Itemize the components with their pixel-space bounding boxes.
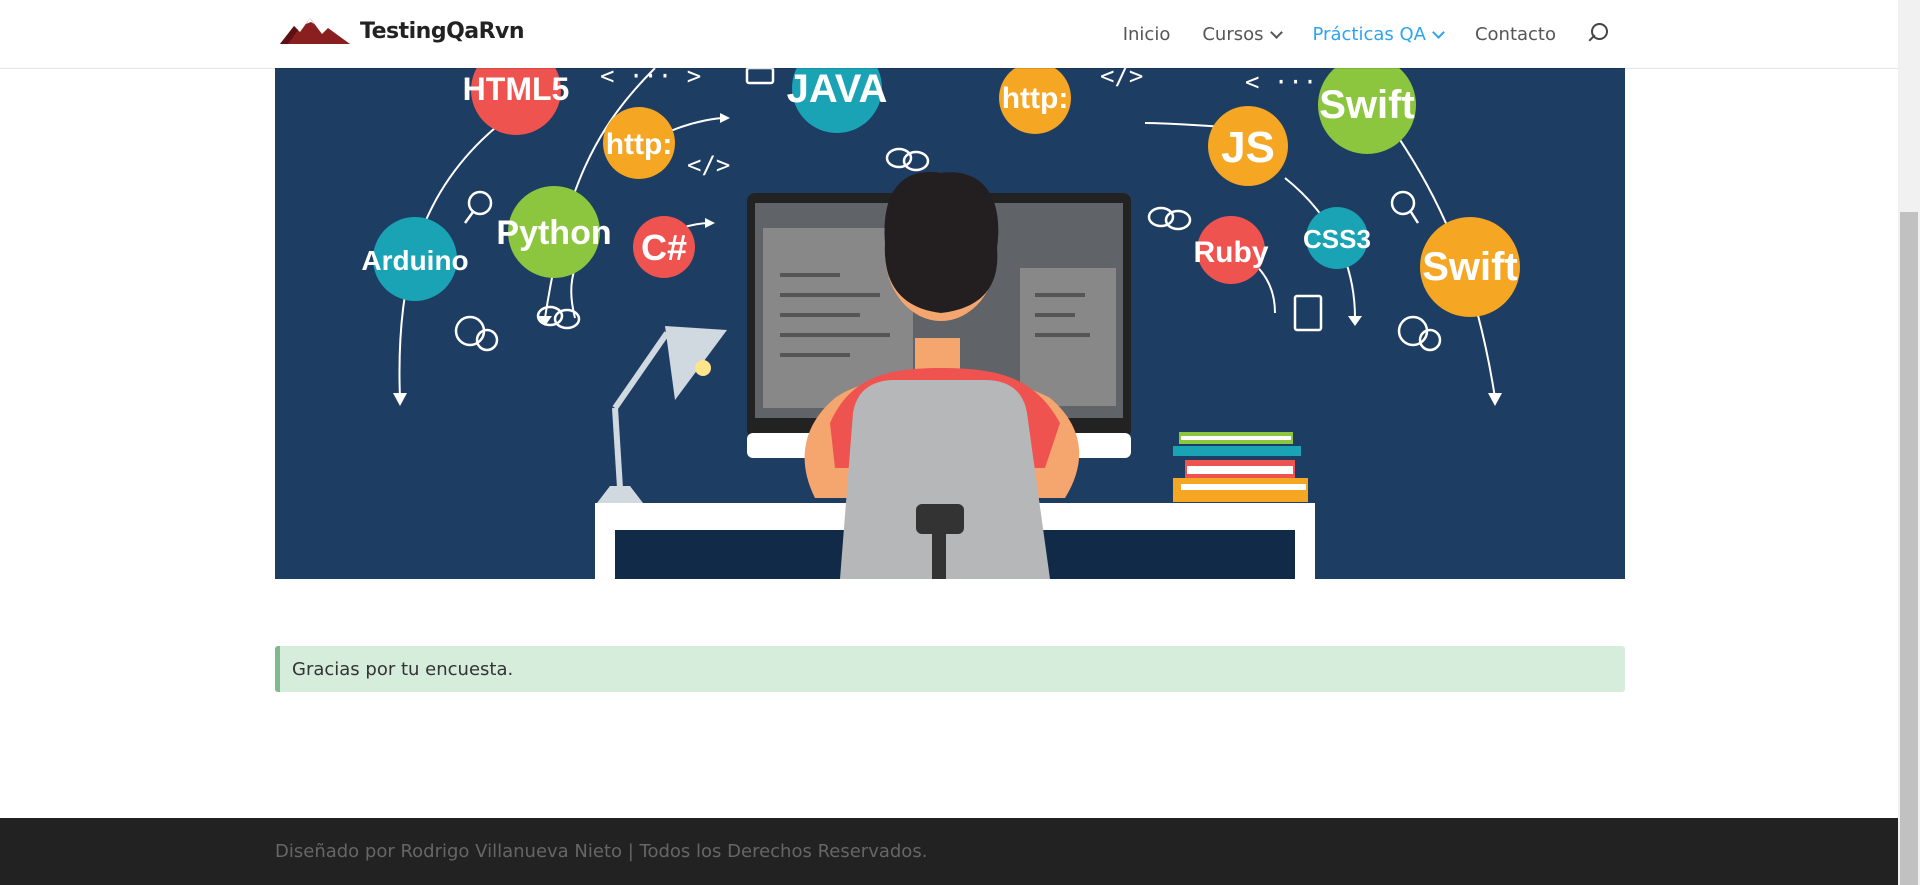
site-footer: Diseñado por Rodrigo Villanueva Nieto | … bbox=[0, 818, 1898, 885]
chevron-down-icon bbox=[1269, 25, 1283, 39]
scrollbar-thumb[interactable] bbox=[1900, 212, 1918, 885]
nav-item-practicas-qa[interactable]: Prácticas QA bbox=[1312, 23, 1445, 45]
svg-text:Ruby: Ruby bbox=[1194, 236, 1269, 269]
nav-label: Contacto bbox=[1474, 23, 1556, 45]
svg-text:JS: JS bbox=[1221, 123, 1275, 172]
nav-label: Prácticas QA bbox=[1312, 23, 1426, 45]
main-nav: Inicio Cursos Prácticas QA Contacto bbox=[1091, 0, 1608, 68]
svg-text:Python: Python bbox=[496, 214, 611, 252]
site-logo[interactable]: TestingQaRvn bbox=[280, 16, 525, 46]
nav-item-inicio[interactable]: Inicio bbox=[1123, 24, 1171, 45]
programmer-illustration: < ··· > </> </> < ··· > HTML5 JAVA http:… bbox=[275, 68, 1625, 579]
svg-text:http:: http: bbox=[1002, 82, 1069, 115]
brand-name: TestingQaRvn bbox=[360, 18, 525, 44]
footer-credits: Diseñado por Rodrigo Villanueva Nieto | … bbox=[275, 841, 928, 862]
page: TestingQaRvn Inicio Cursos Prácticas QA … bbox=[0, 0, 1898, 885]
svg-text:</>: </> bbox=[1100, 68, 1143, 90]
nav-item-contacto[interactable]: Contacto bbox=[1475, 24, 1556, 45]
nav-item-cursos[interactable]: Cursos bbox=[1202, 23, 1283, 45]
svg-text:HTML5: HTML5 bbox=[463, 71, 570, 107]
svg-text:Swift: Swift bbox=[1422, 245, 1518, 289]
svg-text:http:: http: bbox=[606, 128, 673, 161]
svg-text:C#: C# bbox=[641, 227, 687, 268]
nav-label: Inicio bbox=[1122, 23, 1171, 45]
success-alert: Gracias por tu encuesta. bbox=[275, 646, 1625, 692]
chevron-down-icon bbox=[1432, 25, 1445, 39]
svg-text:< ··· >: < ··· > bbox=[600, 68, 701, 90]
svg-text:</>: </> bbox=[687, 151, 730, 179]
svg-text:Swift: Swift bbox=[1319, 83, 1415, 127]
nav-label: Cursos bbox=[1202, 23, 1264, 45]
svg-text:CSS3: CSS3 bbox=[1303, 224, 1371, 254]
svg-text:Arduino: Arduino bbox=[361, 245, 468, 276]
hero-banner-image: < ··· > </> </> < ··· > HTML5 JAVA http:… bbox=[275, 68, 1625, 579]
mountain-logo-icon bbox=[280, 18, 350, 44]
alert-message: Gracias por tu encuesta. bbox=[292, 658, 514, 680]
svg-text:JAVA: JAVA bbox=[787, 68, 888, 111]
search-icon[interactable] bbox=[1586, 23, 1608, 45]
site-header: TestingQaRvn Inicio Cursos Prácticas QA … bbox=[0, 0, 1898, 68]
